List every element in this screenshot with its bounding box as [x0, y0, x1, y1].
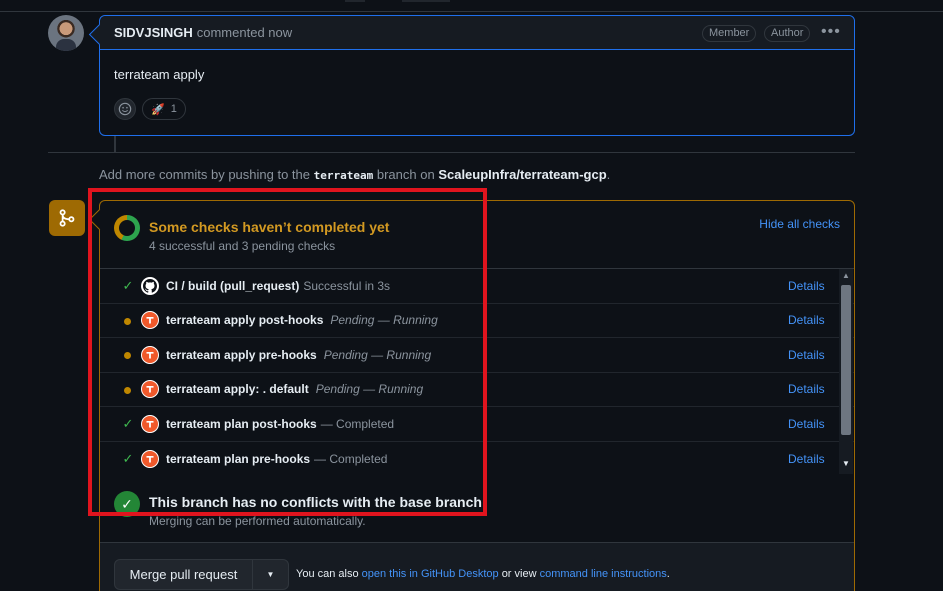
check-title: terrateam apply: . default: [166, 382, 309, 397]
check-pending-icon: [124, 386, 131, 394]
caret-down-icon: ▼: [266, 570, 275, 579]
avatar-figure: [56, 39, 76, 51]
reactions-bar: 🚀 1: [114, 98, 186, 120]
check-row: terrateam apply pre-hooks Pending — Runni…: [100, 338, 854, 373]
git-merge-icon: [49, 200, 85, 236]
check-title: terrateam apply pre-hooks: [166, 347, 317, 362]
also-text: You can also: [296, 568, 359, 580]
check-status: Pending — Running: [315, 382, 424, 397]
member-badge: Member: [702, 25, 757, 42]
check-success-icon: ✓: [122, 277, 134, 293]
check-name: terrateam plan pre-hooks — Completed: [166, 452, 387, 466]
check-success-icon: ✓: [122, 450, 134, 466]
check-pending-icon: [124, 352, 131, 359]
checks-progress-icon: [114, 215, 140, 241]
no-conflicts-subtitle: Merging can be performed automatically.: [149, 514, 366, 528]
or-view-text: or view: [501, 568, 537, 580]
check-circle-icon: ✓: [114, 491, 140, 517]
check-details-link[interactable]: Details: [788, 279, 825, 293]
scroll-up-arrow-icon[interactable]: ▲: [842, 271, 850, 280]
merge-pull-request-button[interactable]: Merge pull request: [115, 560, 253, 589]
check-name: CI / build (pull_request) Successful in 3…: [166, 279, 390, 293]
check-title: terrateam plan pre-hooks: [166, 451, 311, 466]
kebab-horizontal-icon[interactable]: •••: [821, 23, 841, 41]
author-badge: Author: [764, 25, 811, 42]
check-details-link[interactable]: Details: [788, 417, 825, 431]
checks-scrollbar[interactable]: ▲ ▼: [839, 269, 853, 474]
check-details-link[interactable]: Details: [788, 313, 825, 327]
check-title: CI / build (pull_request): [166, 278, 300, 293]
top-tab-indicator: [345, 0, 365, 2]
merge-footer: Merge pull request ▼ You can also open t…: [100, 542, 854, 591]
check-name: terrateam apply post-hooks Pending — Runn…: [166, 313, 438, 327]
smiley-icon: [118, 102, 132, 116]
top-tab-indicator: [402, 0, 450, 2]
comment-card: SIDVJSINGH commented now Member Author •…: [99, 15, 855, 136]
check-details-link[interactable]: Details: [788, 382, 825, 396]
comment-timestamp: commented now: [196, 25, 293, 40]
check-status: — Completed: [320, 416, 395, 431]
check-details-link[interactable]: Details: [788, 348, 825, 362]
scroll-down-arrow-icon[interactable]: ▼: [842, 459, 850, 468]
timeline-divider: [48, 152, 855, 153]
avatar[interactable]: [48, 15, 84, 51]
check-name: terrateam apply: . default Pending — Runn…: [166, 382, 423, 396]
merge-alternatives: You can also open this in GitHub Desktop…: [296, 568, 670, 580]
check-row: terrateam apply post-hooks Pending — Runn…: [100, 303, 854, 338]
merge-status-panel: Some checks haven’t completed yet 4 succ…: [99, 200, 855, 591]
no-conflicts-title: This branch has no conflicts with the ba…: [149, 494, 482, 510]
check-name: terrateam apply pre-hooks Pending — Runni…: [166, 348, 431, 362]
terrateam-icon: [141, 449, 159, 468]
scroll-thumb[interactable]: [841, 285, 851, 435]
push-note-prefix: Add more commits by pushing to the: [99, 167, 310, 182]
push-note-suffix: .: [606, 167, 611, 182]
push-note-middle: branch on: [376, 167, 435, 182]
branch-name: terrateam: [313, 169, 374, 182]
check-status: — Completed: [314, 451, 388, 466]
checks-list: ✓ CI / build (pull_request) Successful in …: [100, 268, 854, 476]
check-row: ✓ terrateam plan pre-hooks — Completed Deta…: [100, 441, 854, 476]
rocket-reaction-button[interactable]: 🚀 1: [142, 98, 186, 120]
comment-body: terrateam apply: [114, 67, 205, 82]
check-status: Successful in 3s: [303, 278, 391, 293]
rocket-reaction-count: 1: [170, 103, 177, 115]
rocket-icon: 🚀: [151, 103, 165, 116]
check-row: ✓ terrateam plan post-hooks — Completed Det…: [100, 407, 854, 442]
check-status: Pending — Running: [330, 313, 438, 328]
command-line-instructions-link[interactable]: command line instructions: [540, 568, 667, 580]
checks-title: Some checks haven’t completed yet: [149, 219, 390, 235]
top-tab-strip: [0, 0, 943, 12]
comment-header: SIDVJSINGH commented now Member Author •…: [100, 16, 854, 50]
repo-link[interactable]: ScaleupInfra/terrateam-gcp: [438, 167, 606, 182]
check-success-icon: ✓: [122, 415, 134, 431]
timeline-connector: [114, 136, 116, 152]
push-instructions: Add more commits by pushing to the terra…: [99, 167, 610, 182]
terrateam-icon: [141, 311, 159, 330]
merge-button-group: Merge pull request ▼: [114, 559, 289, 590]
hide-all-checks-link[interactable]: Hide all checks: [759, 217, 840, 231]
open-in-desktop-link[interactable]: open this in GitHub Desktop: [362, 568, 499, 580]
check-status: Pending — Running: [323, 347, 432, 362]
check-title: terrateam plan post-hooks: [166, 416, 317, 431]
checks-summary: 4 successful and 3 pending checks: [149, 239, 336, 253]
check-title: terrateam apply post-hooks: [166, 313, 324, 328]
add-reaction-button[interactable]: [114, 98, 136, 120]
comment-author[interactable]: SIDVJSINGH: [114, 25, 193, 40]
github-icon: [141, 276, 159, 295]
terrateam-icon: [141, 380, 159, 399]
merge-options-dropdown[interactable]: ▼: [253, 560, 288, 589]
check-details-link[interactable]: Details: [788, 452, 825, 466]
check-pending-icon: [124, 317, 131, 325]
terrateam-icon: [141, 414, 159, 433]
terrateam-icon: [141, 345, 159, 364]
merge-alternatives-end: .: [666, 568, 670, 580]
check-row: ✓ CI / build (pull_request) Successful in …: [100, 269, 854, 304]
check-row: terrateam apply: . default Pending — Runn…: [100, 372, 854, 407]
check-name: terrateam plan post-hooks — Completed: [166, 417, 394, 431]
